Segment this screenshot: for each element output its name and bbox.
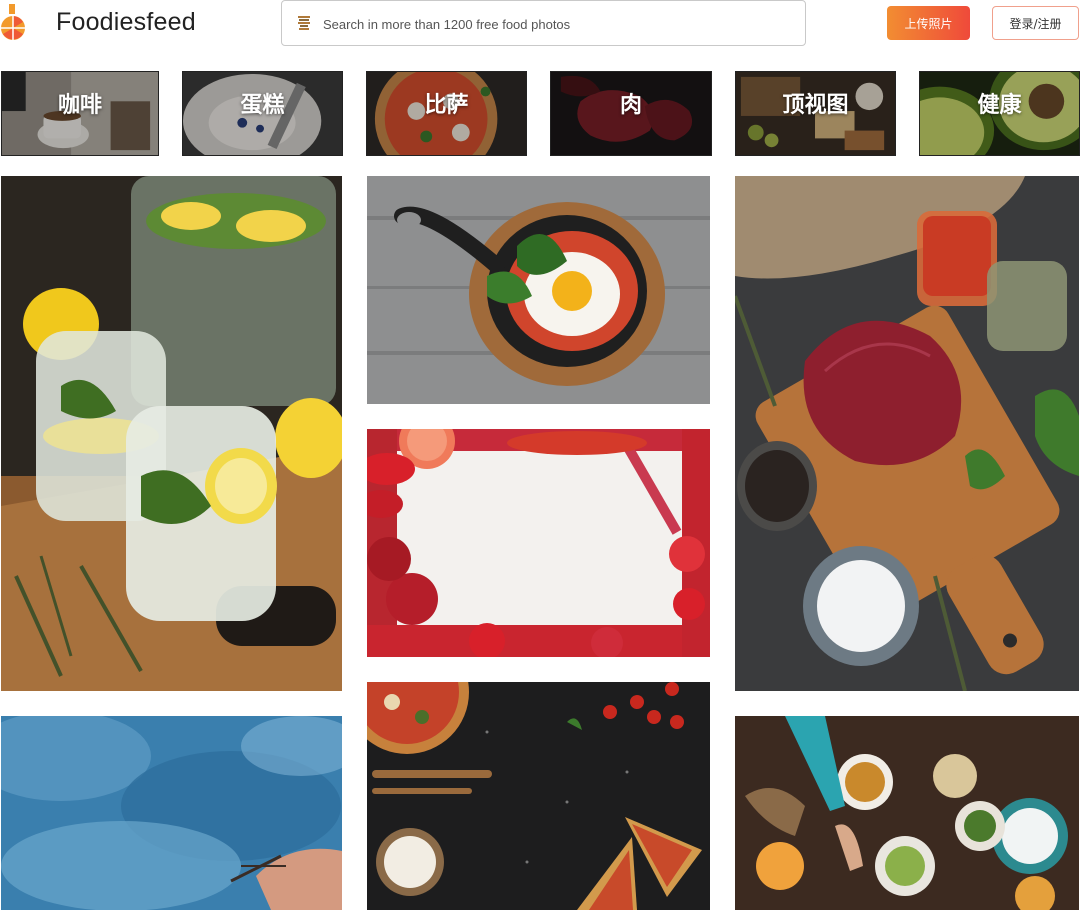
- egg-skillet-photo-icon: [367, 176, 710, 404]
- red-fruit-frame-photo-icon: [367, 429, 710, 657]
- photo-card[interactable]: [1, 716, 342, 910]
- category-tile-meat[interactable]: 肉: [550, 71, 712, 156]
- raw-steak-board-photo-icon: [735, 176, 1079, 691]
- photo-card[interactable]: [367, 682, 710, 910]
- category-label: 咖啡: [57, 93, 102, 118]
- blue-background-photo-icon: [1, 716, 342, 910]
- login-register-button[interactable]: 登录/注册: [992, 6, 1079, 40]
- upload-photo-button[interactable]: 上传照片: [887, 6, 970, 40]
- category-tile-healthy[interactable]: 健康: [919, 71, 1080, 156]
- photo-card[interactable]: [735, 176, 1079, 691]
- photo-card[interactable]: [367, 176, 710, 404]
- photo-card[interactable]: [1, 176, 342, 691]
- category-tile-coffee[interactable]: 咖啡: [1, 71, 159, 156]
- table-feast-photo-icon: [735, 716, 1079, 910]
- top-bar: Foodiesfeed 上传照片 登录/注册: [0, 0, 1080, 56]
- lemon-drinks-photo-icon: [1, 176, 342, 691]
- site-logo-text[interactable]: Foodiesfeed: [56, 8, 196, 37]
- search-icon: [298, 16, 310, 30]
- category-tile-cake[interactable]: 蛋糕: [182, 71, 343, 156]
- category-tile-pizza[interactable]: 比萨: [366, 71, 527, 156]
- category-label: 比萨: [424, 93, 469, 118]
- category-label: 蛋糕: [240, 93, 285, 118]
- category-label: 健康: [977, 93, 1022, 118]
- search-box[interactable]: [281, 0, 806, 46]
- category-label: 肉: [619, 93, 642, 118]
- search-input[interactable]: [323, 9, 793, 39]
- photo-card[interactable]: [367, 429, 710, 657]
- pizza-slices-photo-icon: [367, 682, 710, 910]
- category-tile-top-view[interactable]: 顶视图: [735, 71, 896, 156]
- photo-card[interactable]: [735, 716, 1079, 910]
- foodiesfeed-logo-icon[interactable]: [0, 4, 30, 40]
- category-label: 顶视图: [782, 93, 849, 118]
